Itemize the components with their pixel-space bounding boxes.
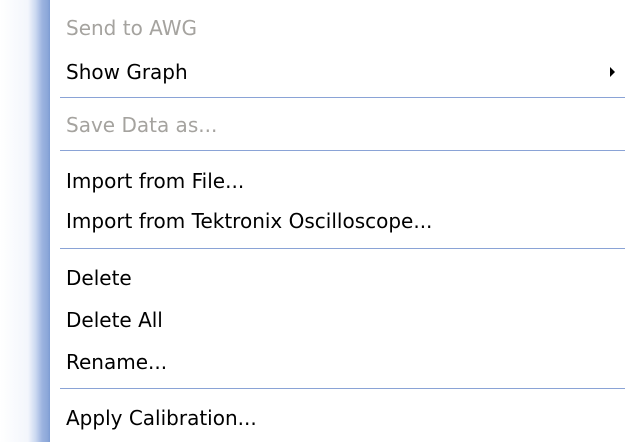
menu-separator <box>60 97 625 98</box>
menu-item-import-from-tektronix-oscilloscope[interactable]: Import from Tektronix Oscilloscope... <box>50 201 625 241</box>
submenu-arrow-icon <box>610 67 615 77</box>
menu-item-save-data-as[interactable]: Save Data as... <box>50 105 625 145</box>
menu-separator <box>60 388 625 389</box>
context-menu: Send to AWG Show Graph Save Data as... I… <box>0 0 625 442</box>
menu-item-send-to-awg[interactable]: Send to AWG <box>50 8 625 48</box>
menu-item-delete-all[interactable]: Delete All <box>50 300 625 340</box>
menu-icon-gutter <box>0 0 50 442</box>
menu-item-import-from-file[interactable]: Import from File... <box>50 161 625 201</box>
menu-item-apply-calibration[interactable]: Apply Calibration... <box>50 398 625 438</box>
menu-separator <box>60 150 625 151</box>
menu-item-label: Show Graph <box>66 60 188 84</box>
menu-item-rename[interactable]: Rename... <box>50 342 625 382</box>
menu-item-show-graph[interactable]: Show Graph <box>50 52 625 92</box>
menu-items: Send to AWG Show Graph Save Data as... I… <box>50 0 625 442</box>
menu-item-delete[interactable]: Delete <box>50 258 625 298</box>
menu-separator <box>60 248 625 249</box>
